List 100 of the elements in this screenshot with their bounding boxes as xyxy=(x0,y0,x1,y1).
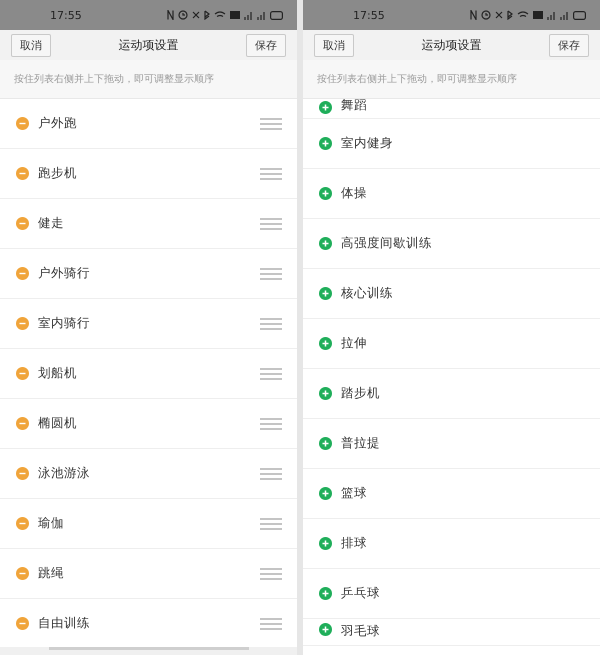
sport-list-item[interactable]: 舞蹈 xyxy=(303,99,600,119)
remove-icon[interactable] xyxy=(16,267,29,280)
drag-handle-icon[interactable] xyxy=(260,168,282,180)
drag-handle-icon[interactable] xyxy=(260,418,282,430)
signal-icon xyxy=(547,10,556,20)
drag-handle-icon[interactable] xyxy=(260,118,282,130)
bluetooth-icon xyxy=(204,10,210,20)
page-title: 运动项设置 xyxy=(118,36,178,54)
sport-list-item[interactable]: 排球 xyxy=(303,519,600,569)
remove-icon[interactable] xyxy=(16,317,29,330)
cancel-button[interactable]: 取消 xyxy=(314,34,354,56)
sport-list-item[interactable]: 普拉提 xyxy=(303,419,600,469)
remove-icon[interactable] xyxy=(16,217,29,230)
sport-list-item[interactable]: 室内骑行 xyxy=(0,299,297,349)
alarm-clock-icon xyxy=(178,10,188,20)
remove-icon[interactable] xyxy=(16,167,29,180)
nfc-icon xyxy=(167,10,174,20)
remove-icon[interactable] xyxy=(16,417,29,430)
drag-handle-icon[interactable] xyxy=(260,318,282,330)
remove-icon[interactable] xyxy=(16,617,29,630)
sport-name: 拉伸 xyxy=(341,335,368,352)
sport-list-item[interactable]: 瑜伽 xyxy=(0,499,297,549)
drag-handle-icon[interactable] xyxy=(260,218,282,230)
sport-name: 跳绳 xyxy=(38,565,65,582)
sport-list-item[interactable]: 羽毛球 xyxy=(303,619,600,646)
sport-name: 跑步机 xyxy=(38,165,78,182)
battery-icon xyxy=(270,10,283,20)
sport-list-item[interactable]: 室内健身 xyxy=(303,119,600,169)
sport-name: 舞蹈 xyxy=(341,99,368,114)
drag-handle-icon[interactable] xyxy=(260,268,282,280)
sport-name: 篮球 xyxy=(341,485,368,502)
add-icon[interactable] xyxy=(319,287,332,300)
add-icon[interactable] xyxy=(319,187,332,200)
sport-name: 室内健身 xyxy=(341,135,394,152)
sport-list-item[interactable]: 户外跑 xyxy=(0,99,297,149)
sport-name: 椭圆机 xyxy=(38,415,78,432)
sport-name: 高强度间歇训练 xyxy=(341,235,433,252)
signal-icon xyxy=(560,10,569,20)
bluetooth-icon xyxy=(507,10,513,20)
wifi-icon xyxy=(214,11,226,19)
signal-icon xyxy=(244,10,253,20)
status-time: 17:55 xyxy=(353,8,385,22)
sport-name: 自由训练 xyxy=(38,615,91,632)
sport-list-item[interactable]: 踏步机 xyxy=(303,369,600,419)
sport-list-item[interactable]: 篮球 xyxy=(303,469,600,519)
add-icon[interactable] xyxy=(319,437,332,450)
remove-icon[interactable] xyxy=(16,517,29,530)
cancel-button[interactable]: 取消 xyxy=(11,34,51,56)
sport-list-item[interactable]: 户外骑行 xyxy=(0,249,297,299)
add-icon[interactable] xyxy=(319,137,332,150)
drag-handle-icon[interactable] xyxy=(260,568,282,580)
sport-list-item[interactable]: 泳池游泳 xyxy=(0,449,297,499)
save-button[interactable]: 保存 xyxy=(246,34,286,56)
sport-name: 核心训练 xyxy=(341,285,394,302)
sport-list-item[interactable]: 健走 xyxy=(0,199,297,249)
sport-name: 划船机 xyxy=(38,365,78,382)
sport-name: 排球 xyxy=(341,535,368,552)
drag-handle-icon[interactable] xyxy=(260,618,282,630)
sport-name: 踏步机 xyxy=(341,385,381,402)
save-button[interactable]: 保存 xyxy=(549,34,589,56)
battery-icon xyxy=(573,10,586,20)
sport-name: 泳池游泳 xyxy=(38,465,91,482)
add-icon[interactable] xyxy=(319,537,332,550)
add-icon[interactable] xyxy=(319,237,332,250)
remove-icon[interactable] xyxy=(16,367,29,380)
wifi-icon xyxy=(517,11,529,19)
sport-list-item[interactable]: 划船机 xyxy=(0,349,297,399)
remove-icon[interactable] xyxy=(16,567,29,580)
sport-list-item[interactable]: 核心训练 xyxy=(303,269,600,319)
sport-name: 户外骑行 xyxy=(38,265,91,282)
sport-list-item[interactable]: 椭圆机 xyxy=(0,399,297,449)
alarm-clock-icon xyxy=(481,10,491,20)
sport-name: 体操 xyxy=(341,185,368,202)
drag-handle-icon[interactable] xyxy=(260,518,282,530)
sport-name: 户外跑 xyxy=(38,115,78,132)
page-title: 运动项设置 xyxy=(422,36,482,54)
sport-list-item[interactable]: 跳绳 xyxy=(0,549,297,599)
status-time: 17:55 xyxy=(50,8,82,22)
add-icon[interactable] xyxy=(319,337,332,350)
sport-list-item[interactable]: 跑步机 xyxy=(0,149,297,199)
sport-list-item[interactable]: 体操 xyxy=(303,169,600,219)
sport-list-item[interactable]: 拉伸 xyxy=(303,319,600,369)
sport-name: 健走 xyxy=(38,215,65,232)
sport-name: 乒乓球 xyxy=(341,585,381,602)
add-icon[interactable] xyxy=(319,587,332,600)
add-icon[interactable] xyxy=(319,387,332,400)
add-icon[interactable] xyxy=(319,487,332,500)
drag-handle-icon[interactable] xyxy=(260,368,282,380)
remove-icon[interactable] xyxy=(16,467,29,480)
sport-list-item[interactable]: 高强度间歇训练 xyxy=(303,219,600,269)
remove-icon[interactable] xyxy=(16,117,29,130)
sport-name: 室内骑行 xyxy=(38,315,91,332)
add-icon[interactable] xyxy=(319,101,332,114)
signal-icon xyxy=(257,10,266,20)
add-icon[interactable] xyxy=(319,623,332,636)
sport-list-item[interactable]: 乒乓球 xyxy=(303,569,600,619)
sport-name: 瑜伽 xyxy=(38,515,65,532)
sport-name: 普拉提 xyxy=(341,435,381,452)
drag-handle-icon[interactable] xyxy=(260,468,282,480)
sport-name: 羽毛球 xyxy=(341,623,381,640)
